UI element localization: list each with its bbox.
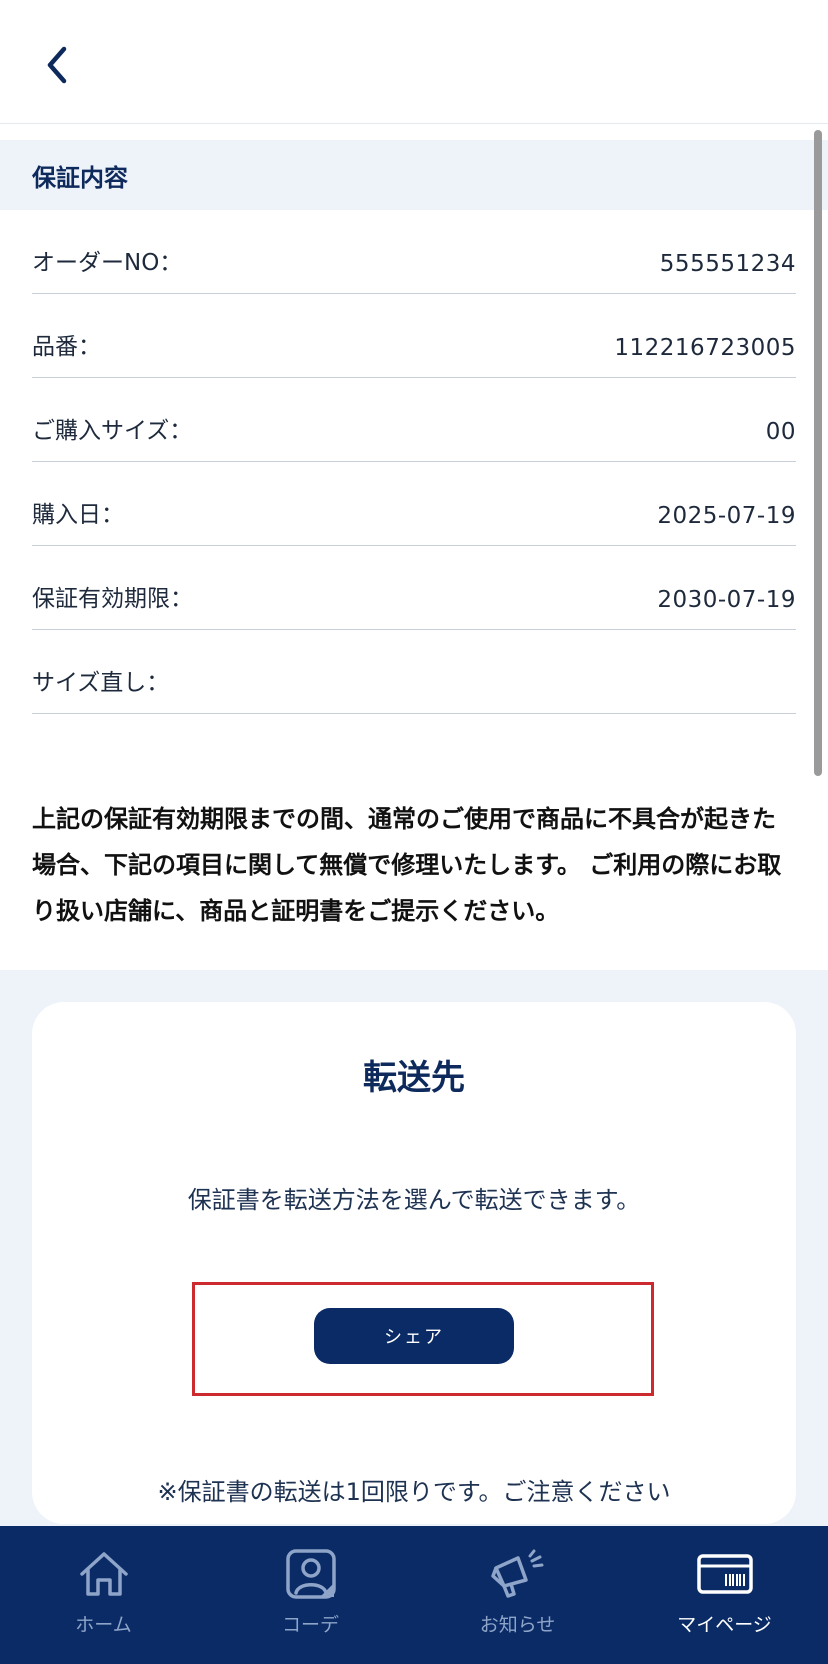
transfer-title: 転送先 bbox=[363, 1058, 465, 1098]
field-value: 00 bbox=[765, 419, 796, 445]
card-icon bbox=[696, 1554, 753, 1594]
warranty-notice: 上記の保証有効期限までの間、通常のご使用で商品に不具合が起きた場合、下記の項目に… bbox=[32, 805, 782, 925]
content-scroll[interactable]: 保証内容 オーダーNO： 555551234 品番： 112216723005 … bbox=[0, 124, 828, 1526]
field-label: 保証有効期限： bbox=[32, 586, 193, 612]
nav-label: ホーム bbox=[75, 1614, 132, 1636]
warranty-fields: オーダーNO： 555551234 品番： 112216723005 ご購入サイ… bbox=[0, 210, 828, 714]
field-warranty-expiry: 保証有効期限： 2030-07-19 bbox=[32, 546, 796, 630]
nav-label: お知らせ bbox=[479, 1614, 556, 1636]
nav-news[interactable]: お知らせ bbox=[414, 1526, 621, 1664]
field-purchase-date: 購入日： 2025-07-19 bbox=[32, 462, 796, 546]
field-value: 555551234 bbox=[659, 251, 796, 277]
bottom-nav: ホーム コーデ お知らせ マイページ bbox=[0, 1526, 828, 1664]
nav-label: マイページ bbox=[677, 1614, 772, 1636]
megaphone-icon bbox=[490, 1549, 543, 1598]
field-label: ご購入サイズ： bbox=[32, 418, 193, 444]
field-value: 2030-07-19 bbox=[657, 587, 796, 613]
field-label: サイズ直し： bbox=[32, 670, 170, 696]
field-purchase-size: ご購入サイズ： 00 bbox=[32, 378, 796, 462]
field-order-no: オーダーNO： 555551234 bbox=[32, 210, 796, 294]
app-header bbox=[0, 0, 828, 124]
transfer-card: 転送先 保証書を転送方法を選んで転送できます。 シェア ※保証書の転送は1回限り… bbox=[32, 1002, 796, 1524]
field-value: 112216723005 bbox=[614, 335, 796, 361]
field-label: 購入日： bbox=[32, 502, 124, 528]
home-icon bbox=[79, 1552, 128, 1596]
transfer-note: ※保証書の転送は1回限りです。ご注意ください bbox=[157, 1478, 671, 1506]
field-label: オーダーNO： bbox=[32, 250, 183, 276]
warranty-screen: 保証内容 オーダーNO： 555551234 品番： 112216723005 … bbox=[0, 0, 828, 1664]
field-product-no: 品番： 112216723005 bbox=[32, 294, 796, 378]
field-value: 2025-07-19 bbox=[657, 503, 796, 529]
scrollbar[interactable] bbox=[814, 130, 822, 776]
field-label: 品番： bbox=[32, 334, 101, 360]
field-size-alteration: サイズ直し： bbox=[32, 630, 796, 714]
nav-home[interactable]: ホーム bbox=[0, 1526, 207, 1664]
share-button[interactable]: シェア bbox=[314, 1308, 514, 1364]
section-title: 保証内容 bbox=[0, 140, 828, 210]
coordinate-icon bbox=[285, 1549, 336, 1599]
nav-coordinate[interactable]: コーデ bbox=[207, 1526, 414, 1664]
back-button[interactable] bbox=[34, 40, 78, 90]
transfer-section: 転送先 保証書を転送方法を選んで転送できます。 シェア ※保証書の転送は1回限り… bbox=[0, 970, 828, 1526]
chevron-left-icon bbox=[47, 46, 67, 84]
nav-mypage[interactable]: マイページ bbox=[621, 1526, 828, 1664]
nav-label: コーデ bbox=[281, 1614, 339, 1636]
transfer-description: 保証書を転送方法を選んで転送できます。 bbox=[187, 1186, 641, 1214]
